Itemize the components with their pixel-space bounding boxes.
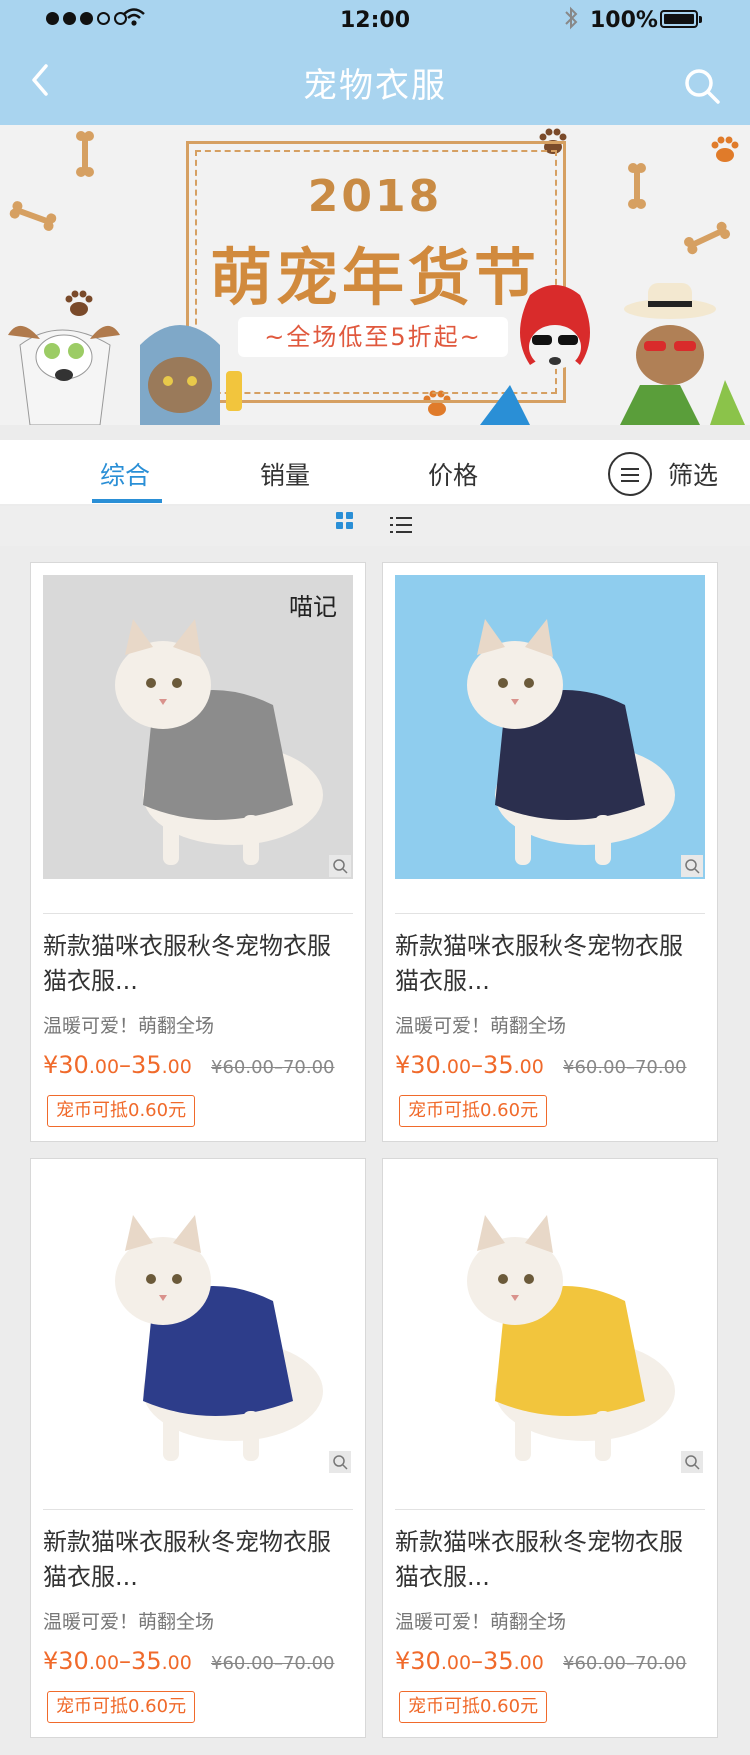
list-view-icon[interactable] xyxy=(390,516,412,534)
original-price: ¥60.00–70.00 xyxy=(563,1057,687,1078)
card-divider xyxy=(395,1509,705,1510)
brand-watermark: 喵记 xyxy=(289,593,337,621)
product-name[interactable]: 新款猫咪衣服秋冬宠物衣服猫衣服... xyxy=(395,1525,705,1595)
product-price: ¥30.00–35.00 xyxy=(395,1051,544,1079)
tab-sales[interactable]: 销量 xyxy=(260,456,310,492)
battery-icon xyxy=(660,10,702,28)
product-price: ¥30.00–35.00 xyxy=(395,1647,544,1675)
product-price: ¥30.00–35.00 xyxy=(43,1647,192,1675)
coin-discount-badge: 宠币可抵0.60元 xyxy=(399,1691,548,1723)
product-photo[interactable] xyxy=(43,1171,353,1475)
product-photo[interactable]: 喵记 xyxy=(43,575,353,879)
grid-view-icon[interactable] xyxy=(336,512,356,532)
promo-banner[interactable]: 2018 萌宠年货节 ~全场低至5折起~ xyxy=(0,125,750,425)
product-photo[interactable] xyxy=(395,575,705,879)
zoom-icon[interactable] xyxy=(329,855,351,877)
product-desc: 温暖可爱！萌翻全场 xyxy=(43,1015,215,1037)
original-price: ¥60.00–70.00 xyxy=(563,1653,687,1674)
product-desc: 温暖可爱！萌翻全场 xyxy=(43,1611,215,1633)
app-header: 12:00 100% 宠物衣服 xyxy=(0,0,750,125)
product-photo[interactable] xyxy=(395,1171,705,1475)
product-name[interactable]: 新款猫咪衣服秋冬宠物衣服猫衣服... xyxy=(43,929,353,999)
banner-subtitle: ~全场低至5折起~ xyxy=(238,317,508,357)
card-divider xyxy=(43,913,353,914)
status-bar: 12:00 100% xyxy=(0,0,750,40)
product-name[interactable]: 新款猫咪衣服秋冬宠物衣服猫衣服... xyxy=(43,1525,353,1595)
paw-icon xyxy=(711,136,739,162)
sort-bar: 综合 销量 价格 筛选 xyxy=(0,440,750,504)
product-name[interactable]: 新款猫咪衣服秋冬宠物衣服猫衣服... xyxy=(395,929,705,999)
product-price: ¥30.00–35.00 xyxy=(43,1051,192,1079)
filter-button[interactable]: 筛选 xyxy=(668,456,718,492)
coin-discount-badge: 宠币可抵0.60元 xyxy=(47,1691,196,1723)
product-card[interactable]: 新款猫咪衣服秋冬宠物衣服猫衣服... 温暖可爱！萌翻全场 ¥30.00–35.0… xyxy=(382,562,718,1142)
coin-discount-badge: 宠币可抵0.60元 xyxy=(399,1095,548,1127)
view-mode-bar xyxy=(0,506,750,546)
page-title: 宠物衣服 xyxy=(303,66,447,106)
cat-in-clothes-image xyxy=(395,1171,705,1475)
original-price: ¥60.00–70.00 xyxy=(211,1653,335,1674)
zoom-icon[interactable] xyxy=(681,855,703,877)
original-price: ¥60.00–70.00 xyxy=(211,1057,335,1078)
product-card[interactable]: 新款猫咪衣服秋冬宠物衣服猫衣服... 温暖可爱！萌翻全场 ¥30.00–35.0… xyxy=(382,1158,718,1738)
zoom-icon[interactable] xyxy=(329,1451,351,1473)
banner-year: 2018 xyxy=(307,171,443,222)
zoom-icon[interactable] xyxy=(681,1451,703,1473)
tab-comprehensive[interactable]: 综合 xyxy=(100,456,150,492)
tab-price[interactable]: 价格 xyxy=(428,456,478,492)
search-icon[interactable] xyxy=(682,66,722,106)
banner-pets-right-image xyxy=(480,283,745,425)
cat-in-clothes-image xyxy=(395,575,705,879)
card-divider xyxy=(43,1509,353,1510)
cat-in-clothes-image xyxy=(43,1171,353,1475)
battery-percent: 100% xyxy=(590,8,658,33)
active-tab-indicator xyxy=(92,499,162,503)
product-card[interactable]: 喵记 新款猫咪衣服秋冬宠物衣服猫衣服... 温暖可爱！萌翻全场 ¥30.00–3… xyxy=(30,562,366,1142)
coin-discount-badge: 宠币可抵0.60元 xyxy=(47,1095,196,1127)
product-desc: 温暖可爱！萌翻全场 xyxy=(395,1015,567,1037)
product-card[interactable]: 新款猫咪衣服秋冬宠物衣服猫衣服... 温暖可爱！萌翻全场 ¥30.00–35.0… xyxy=(30,1158,366,1738)
bluetooth-icon xyxy=(565,6,578,30)
banner-pets-left-image xyxy=(8,325,242,425)
product-desc: 温暖可爱！萌翻全场 xyxy=(395,1611,567,1633)
filter-icon[interactable] xyxy=(608,452,652,496)
card-divider xyxy=(395,913,705,914)
